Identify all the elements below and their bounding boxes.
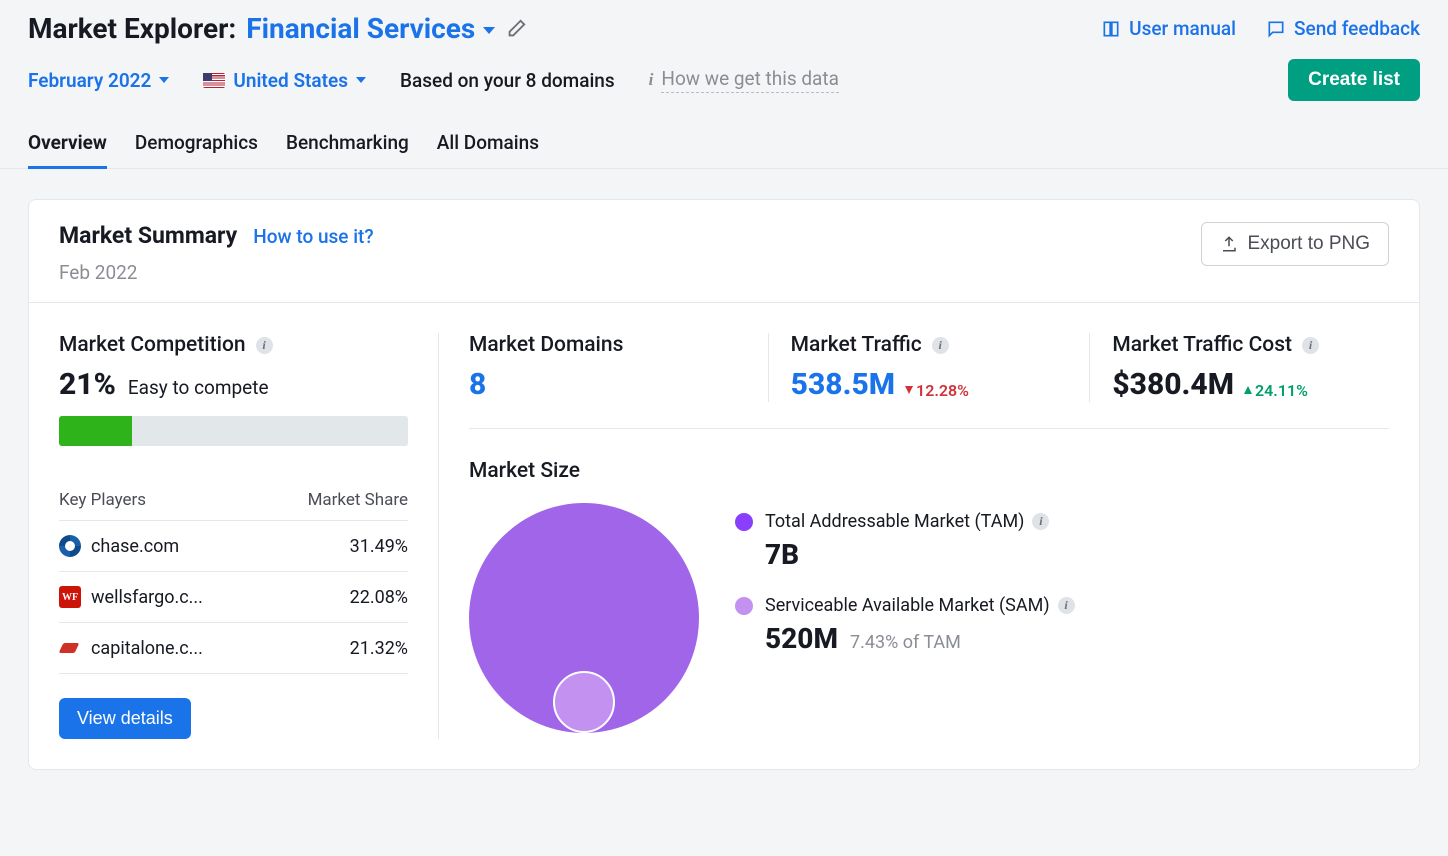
player-share: 31.49% (350, 536, 408, 557)
tab-demographics[interactable]: Demographics (135, 125, 258, 168)
page-title-prefix: Market Explorer: (28, 12, 236, 45)
sam-bubble (553, 671, 615, 733)
book-icon (1101, 19, 1121, 39)
tab-overview[interactable]: Overview (28, 125, 107, 168)
card-title: Market Summary (59, 222, 237, 249)
create-list-button[interactable]: Create list (1288, 59, 1420, 101)
chevron-down-icon (159, 77, 169, 83)
market-name: Financial Services (246, 12, 475, 45)
market-summary-card: Market Summary How to use it? Feb 2022 E… (28, 199, 1420, 770)
data-source-info[interactable]: How we get this data (661, 67, 839, 93)
market-size-title: Market Size (469, 459, 1389, 483)
market-size-chart (469, 503, 699, 733)
export-png-button[interactable]: Export to PNG (1201, 222, 1390, 266)
favicon-chase (59, 535, 81, 557)
info-icon: i (649, 70, 654, 90)
player-domain: capitalone.c... (91, 638, 203, 659)
info-icon[interactable]: i (932, 337, 949, 354)
key-player-row: capitalone.c... 21.32% (59, 623, 408, 674)
user-manual-link[interactable]: User manual (1101, 17, 1236, 40)
metric-cost: Market Traffic Costi $380.4M 24.11% (1090, 333, 1389, 402)
domains-count-text: Based on your 8 domains (400, 69, 615, 92)
key-player-row: WF wellsfargo.c... 22.08% (59, 572, 408, 623)
market-selector[interactable]: Financial Services (246, 12, 495, 45)
key-players-header: Key Players Market Share (59, 490, 408, 521)
info-icon[interactable]: i (1302, 337, 1319, 354)
dot-icon (735, 513, 753, 531)
key-player-row: chase.com 31.49% (59, 521, 408, 572)
tabs: Overview Demographics Benchmarking All D… (0, 125, 1448, 169)
sam-value: 520M (765, 622, 838, 655)
tam-value: 7B (765, 538, 1049, 571)
chevron-down-icon (483, 27, 495, 34)
metric-domains: Market Domains 8 (469, 333, 769, 402)
traffic-trend: 12.28% (905, 381, 969, 400)
summary-date: Feb 2022 (59, 261, 374, 284)
arrow-down-icon (905, 386, 913, 394)
info-icon[interactable]: i (256, 337, 273, 354)
how-to-use-link[interactable]: How to use it? (253, 225, 373, 248)
country-filter[interactable]: United States (203, 69, 366, 92)
player-share: 22.08% (350, 587, 408, 608)
player-domain: wellsfargo.c... (91, 587, 203, 608)
competition-bar-fill (59, 416, 132, 446)
traffic-value[interactable]: 538.5M (791, 367, 895, 402)
arrow-up-icon (1244, 386, 1252, 394)
send-feedback-link[interactable]: Send feedback (1266, 17, 1420, 40)
tab-all-domains[interactable]: All Domains (437, 125, 539, 168)
edit-icon[interactable] (505, 18, 527, 40)
info-icon[interactable]: i (1058, 597, 1075, 614)
upload-icon (1220, 235, 1238, 253)
dot-icon (735, 597, 753, 615)
domains-value[interactable]: 8 (469, 367, 486, 402)
player-share: 21.32% (350, 638, 408, 659)
cost-trend: 24.11% (1244, 381, 1308, 400)
competition-bar (59, 416, 408, 446)
legend-tam: Total Addressable Market (TAM)i 7B (735, 511, 1075, 571)
competition-label: Market Competition i (59, 333, 408, 357)
date-filter[interactable]: February 2022 (28, 69, 169, 92)
sam-pct: 7.43% of TAM (850, 632, 961, 653)
metric-traffic: Market Traffici 538.5M 12.28% (769, 333, 1091, 402)
player-domain: chase.com (91, 536, 179, 557)
competition-ease: Easy to compete (128, 376, 269, 399)
cost-value: $380.4M (1112, 367, 1234, 402)
info-icon[interactable]: i (1032, 513, 1049, 530)
favicon-wellsfargo: WF (59, 586, 81, 608)
competition-percent: 21% (59, 367, 116, 402)
tab-benchmarking[interactable]: Benchmarking (286, 125, 409, 168)
flag-us-icon (203, 73, 225, 88)
view-details-button[interactable]: View details (59, 698, 191, 739)
chat-icon (1266, 19, 1286, 39)
chevron-down-icon (356, 77, 366, 83)
favicon-capitalone (59, 637, 81, 659)
legend-sam: Serviceable Available Market (SAM)i 520M… (735, 595, 1075, 655)
